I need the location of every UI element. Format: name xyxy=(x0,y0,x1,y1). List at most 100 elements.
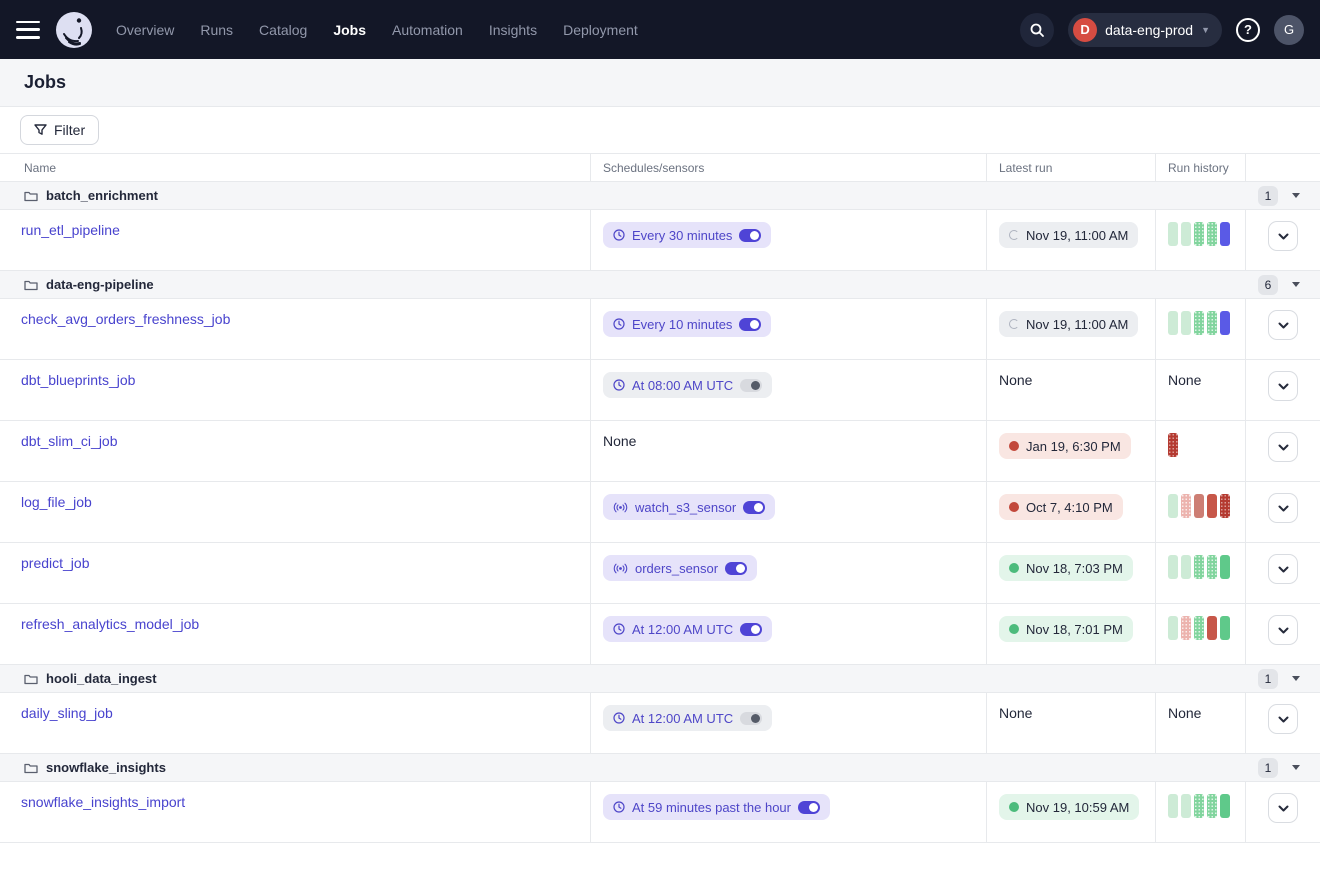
group-row[interactable]: hooli_data_ingest 1 xyxy=(0,665,1320,693)
nav-item-automation[interactable]: Automation xyxy=(392,22,463,38)
group-row[interactable]: data-eng-pipeline 6 xyxy=(0,271,1320,299)
job-name-link[interactable]: check_avg_orders_freshness_job xyxy=(21,311,230,327)
search-icon[interactable] xyxy=(1020,13,1054,47)
expand-row-button[interactable] xyxy=(1268,310,1298,340)
run-history-bar[interactable] xyxy=(1220,311,1230,335)
latest-run-pill[interactable]: Nov 19, 10:59 AM xyxy=(999,794,1139,820)
run-history-bar[interactable] xyxy=(1181,794,1191,818)
run-history-bar[interactable] xyxy=(1181,311,1191,335)
latest-run-label: Nov 19, 11:00 AM xyxy=(1026,317,1128,332)
schedule-toggle[interactable] xyxy=(798,801,820,814)
hamburger-menu-icon[interactable] xyxy=(16,21,40,39)
run-history-bar[interactable] xyxy=(1220,794,1230,818)
run-history-bar[interactable] xyxy=(1220,616,1230,640)
run-history-bar[interactable] xyxy=(1168,794,1178,818)
job-name-link[interactable]: predict_job xyxy=(21,555,90,571)
run-history-bar[interactable] xyxy=(1181,222,1191,246)
run-history-bar[interactable] xyxy=(1194,222,1204,246)
expand-row-button[interactable] xyxy=(1268,615,1298,645)
run-history-bar[interactable] xyxy=(1168,494,1178,518)
collapse-caret-icon[interactable] xyxy=(1292,193,1300,198)
expand-row-button[interactable] xyxy=(1268,432,1298,462)
schedule-pill[interactable]: Every 10 minutes xyxy=(603,311,771,337)
group-row[interactable]: snowflake_insights 1 xyxy=(0,754,1320,782)
run-history-bar[interactable] xyxy=(1181,494,1191,518)
schedule-pill[interactable]: Every 30 minutes xyxy=(603,222,771,248)
run-history-bar[interactable] xyxy=(1220,494,1230,518)
run-history-bar[interactable] xyxy=(1207,555,1217,579)
collapse-caret-icon[interactable] xyxy=(1292,282,1300,287)
run-history-bar[interactable] xyxy=(1168,222,1178,246)
job-name-link[interactable]: daily_sling_job xyxy=(21,705,113,721)
schedule-pill[interactable]: At 59 minutes past the hour xyxy=(603,794,830,820)
schedule-pill[interactable]: orders_sensor xyxy=(603,555,757,581)
nav-item-overview[interactable]: Overview xyxy=(116,22,174,38)
nav-item-catalog[interactable]: Catalog xyxy=(259,22,307,38)
run-history-bar[interactable] xyxy=(1207,494,1217,518)
nav-item-insights[interactable]: Insights xyxy=(489,22,537,38)
dagster-logo[interactable] xyxy=(54,10,94,50)
latest-run-pill[interactable]: Oct 7, 4:10 PM xyxy=(999,494,1123,520)
expand-row-button[interactable] xyxy=(1268,493,1298,523)
run-history-bar[interactable] xyxy=(1207,616,1217,640)
run-history-bar[interactable] xyxy=(1207,222,1217,246)
column-header-empty xyxy=(1245,154,1320,181)
latest-run-pill[interactable]: Nov 19, 11:00 AM xyxy=(999,311,1138,337)
run-history-bar[interactable] xyxy=(1168,311,1178,335)
schedule-toggle[interactable] xyxy=(740,712,762,725)
schedule-pill[interactable]: At 08:00 AM UTC xyxy=(603,372,772,398)
schedule-toggle[interactable] xyxy=(743,501,765,514)
workspace-switcher[interactable]: D data-eng-prod ▼ xyxy=(1068,13,1222,47)
schedule-toggle[interactable] xyxy=(739,229,761,242)
run-history-bar[interactable] xyxy=(1194,555,1204,579)
filter-button[interactable]: Filter xyxy=(20,115,99,145)
status-dot-success xyxy=(1009,563,1019,573)
run-history-bar[interactable] xyxy=(1220,555,1230,579)
job-name-link[interactable]: snowflake_insights_import xyxy=(21,794,185,810)
run-history-bar[interactable] xyxy=(1168,555,1178,579)
nav-item-runs[interactable]: Runs xyxy=(200,22,233,38)
run-history-bar[interactable] xyxy=(1168,616,1178,640)
expand-row-button[interactable] xyxy=(1268,704,1298,734)
nav-item-deployment[interactable]: Deployment xyxy=(563,22,638,38)
filter-funnel-icon xyxy=(34,124,47,136)
run-history-bar[interactable] xyxy=(1194,616,1204,640)
latest-run-pill[interactable]: Jan 19, 6:30 PM xyxy=(999,433,1131,459)
latest-run-pill[interactable]: Nov 19, 11:00 AM xyxy=(999,222,1138,248)
job-name-link[interactable]: dbt_blueprints_job xyxy=(21,372,135,388)
help-icon[interactable]: ? xyxy=(1236,18,1260,42)
expand-row-button[interactable] xyxy=(1268,371,1298,401)
latest-run-pill[interactable]: Nov 18, 7:01 PM xyxy=(999,616,1133,642)
run-history-bar[interactable] xyxy=(1168,433,1178,457)
latest-run-pill[interactable]: Nov 18, 7:03 PM xyxy=(999,555,1133,581)
run-history-bars xyxy=(1168,433,1233,457)
schedule-toggle[interactable] xyxy=(725,562,747,575)
job-name-link[interactable]: dbt_slim_ci_job xyxy=(21,433,118,449)
expand-row-button[interactable] xyxy=(1268,221,1298,251)
schedule-toggle[interactable] xyxy=(739,318,761,331)
schedule-pill[interactable]: At 12:00 AM UTC xyxy=(603,705,772,731)
schedule-toggle[interactable] xyxy=(740,623,762,636)
job-name-link[interactable]: run_etl_pipeline xyxy=(21,222,120,238)
collapse-caret-icon[interactable] xyxy=(1292,765,1300,770)
job-name-link[interactable]: log_file_job xyxy=(21,494,92,510)
run-history-bar[interactable] xyxy=(1181,616,1191,640)
schedule-pill[interactable]: watch_s3_sensor xyxy=(603,494,775,520)
run-history-bar[interactable] xyxy=(1207,311,1217,335)
collapse-caret-icon[interactable] xyxy=(1292,676,1300,681)
expand-row-button[interactable] xyxy=(1268,793,1298,823)
run-history-bar[interactable] xyxy=(1207,794,1217,818)
schedule-toggle[interactable] xyxy=(740,379,762,392)
run-history-bar[interactable] xyxy=(1220,222,1230,246)
run-history-bar[interactable] xyxy=(1194,494,1204,518)
avatar[interactable]: G xyxy=(1274,15,1304,45)
nav-item-jobs[interactable]: Jobs xyxy=(333,22,366,38)
run-history-bar[interactable] xyxy=(1181,555,1191,579)
job-count-badge: 1 xyxy=(1258,186,1278,206)
run-history-bar[interactable] xyxy=(1194,311,1204,335)
job-name-link[interactable]: refresh_analytics_model_job xyxy=(21,616,199,632)
expand-row-button[interactable] xyxy=(1268,554,1298,584)
schedule-pill[interactable]: At 12:00 AM UTC xyxy=(603,616,772,642)
group-row[interactable]: batch_enrichment 1 xyxy=(0,182,1320,210)
run-history-bar[interactable] xyxy=(1194,794,1204,818)
